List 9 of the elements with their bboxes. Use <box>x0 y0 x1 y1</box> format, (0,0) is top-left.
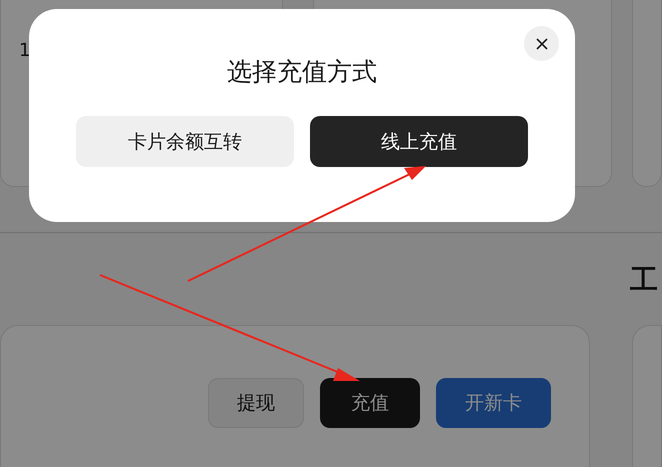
action-button[interactable]: 开新卡 <box>436 378 551 428</box>
option-button[interactable]: 线上充值 <box>310 116 528 167</box>
option-button[interactable]: 卡片余额互转 <box>76 116 294 167</box>
section-heading: 工 <box>630 262 659 298</box>
close-icon[interactable] <box>524 26 559 61</box>
card-value: 1 <box>19 40 30 61</box>
dialog-title: 选择充值方式 <box>227 56 377 88</box>
action-button[interactable]: 提现 <box>208 378 304 428</box>
action-button[interactable]: 充值 <box>320 378 420 428</box>
